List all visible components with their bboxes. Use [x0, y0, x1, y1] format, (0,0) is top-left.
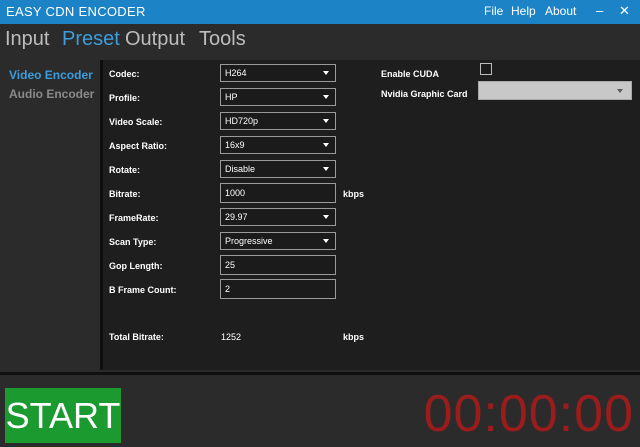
minimize-icon[interactable]: ‒	[596, 3, 603, 18]
subnav-video-encoder[interactable]: Video Encoder	[9, 68, 93, 82]
rotate-select[interactable]: Disable	[220, 160, 336, 178]
bitrate-input[interactable]: 1000	[220, 183, 336, 203]
aspect-ratio-value: 16x9	[225, 140, 245, 150]
total-bitrate-label: Total Bitrate:	[109, 332, 164, 342]
graphic-card-select[interactable]	[478, 81, 632, 100]
rotate-label: Rotate:	[109, 165, 140, 175]
chevron-down-icon	[323, 143, 329, 147]
chevron-down-icon	[323, 71, 329, 75]
menu-file[interactable]: File	[484, 4, 503, 18]
graphic-card-label: Nvidia Graphic Card	[381, 89, 468, 99]
chevron-down-icon	[617, 89, 623, 93]
video-encoder-panel: Codec: H264 Profile: HP Video Scale: HD7…	[100, 60, 640, 370]
framerate-select[interactable]: 29.97	[220, 208, 336, 226]
menu-about[interactable]: About	[545, 4, 576, 18]
chevron-down-icon	[323, 239, 329, 243]
bitrate-value: 1000	[225, 188, 246, 198]
aspect-ratio-label: Aspect Ratio:	[109, 141, 168, 151]
profile-label: Profile:	[109, 93, 141, 103]
scan-type-value: Progressive	[225, 236, 273, 246]
close-icon[interactable]: ✕	[619, 3, 630, 19]
gop-length-label: Gop Length:	[109, 261, 163, 271]
codec-label: Codec:	[109, 69, 140, 79]
codec-select[interactable]: H264	[220, 64, 336, 82]
rotate-value: Disable	[225, 164, 256, 174]
framerate-label: FrameRate:	[109, 213, 159, 223]
profile-value: HP	[225, 92, 238, 102]
codec-value: H264	[225, 68, 247, 78]
tab-input[interactable]: Input	[5, 28, 49, 51]
menu-help[interactable]: Help	[511, 4, 536, 18]
aspect-ratio-select[interactable]: 16x9	[220, 136, 336, 154]
video-scale-select[interactable]: HD720p	[220, 112, 336, 130]
title-bar: EASY CDN ENCODER File Help About ‒ ✕	[0, 0, 640, 24]
total-bitrate-value: 1252	[221, 332, 242, 342]
start-button[interactable]: START	[5, 388, 121, 443]
b-frame-count-value: 2	[225, 284, 231, 294]
bitrate-label: Bitrate:	[109, 189, 141, 199]
video-scale-value: HD720p	[225, 116, 259, 126]
chevron-down-icon	[323, 119, 329, 123]
elapsed-timer: 00:00:00	[423, 385, 634, 443]
divider	[0, 372, 640, 375]
gop-length-value: 25	[225, 260, 236, 270]
tab-preset[interactable]: Preset	[62, 28, 120, 51]
total-bitrate-unit: kbps	[343, 332, 365, 342]
tab-output[interactable]: Output	[125, 28, 185, 51]
b-frame-count-input[interactable]: 2	[220, 279, 336, 299]
chevron-down-icon	[323, 215, 329, 219]
b-frame-count-label: B Frame Count:	[109, 285, 177, 295]
profile-select[interactable]: HP	[220, 88, 336, 106]
chevron-down-icon	[323, 95, 329, 99]
video-scale-label: Video Scale:	[109, 117, 163, 127]
bitrate-unit: kbps	[343, 189, 365, 199]
main-tabs: Input Preset Output Tools	[0, 26, 640, 56]
enable-cuda-checkbox[interactable]	[480, 63, 492, 75]
framerate-value: 29.97	[225, 212, 248, 222]
subnav-audio-encoder[interactable]: Audio Encoder	[9, 87, 94, 101]
app-title: EASY CDN ENCODER	[6, 4, 146, 19]
scan-type-select[interactable]: Progressive	[220, 232, 336, 250]
tab-tools[interactable]: Tools	[199, 28, 246, 51]
gop-length-input[interactable]: 25	[220, 255, 336, 275]
chevron-down-icon	[323, 167, 329, 171]
scan-type-label: Scan Type:	[109, 237, 157, 247]
enable-cuda-label: Enable CUDA	[381, 69, 440, 79]
